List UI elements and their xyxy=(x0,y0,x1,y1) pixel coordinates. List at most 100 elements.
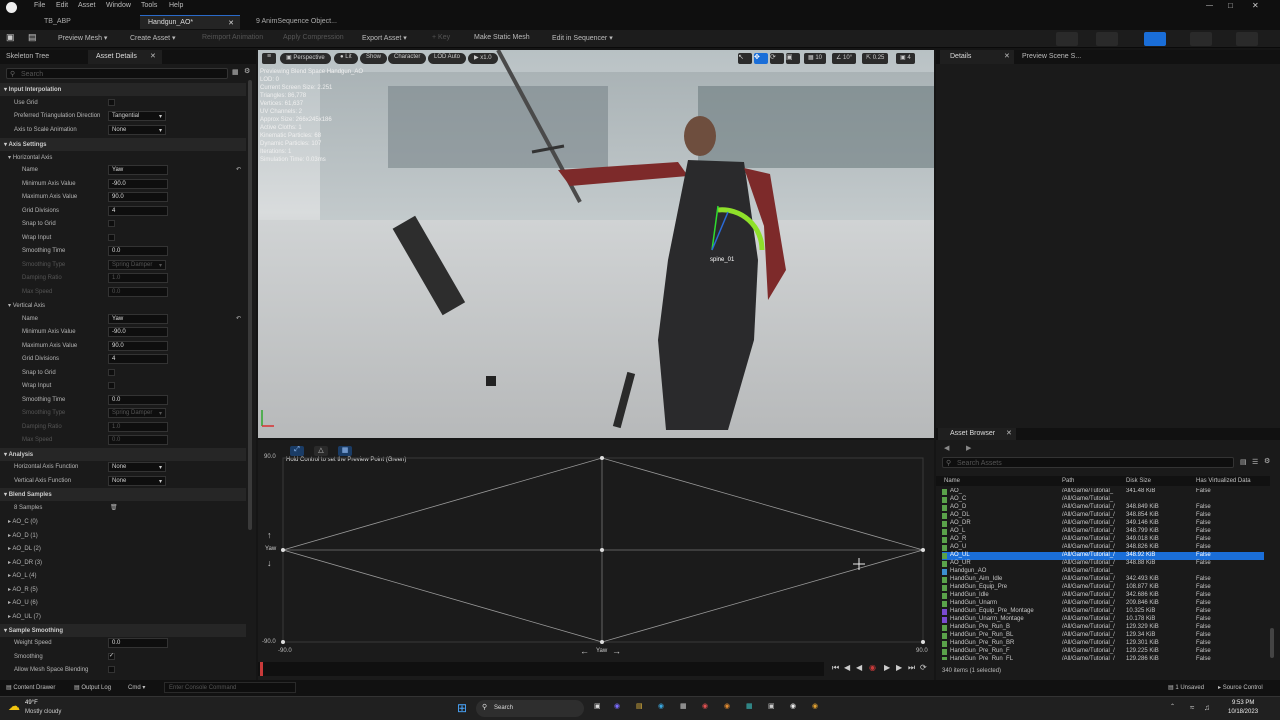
weight-speed-input[interactable]: 0.0 xyxy=(108,638,168,648)
h-grid-input[interactable]: 4 xyxy=(108,206,168,216)
filter-icon[interactable]: ☰ xyxy=(1252,458,1258,466)
h-max-input[interactable]: 90.0 xyxy=(108,192,168,202)
asset-row[interactable]: AO_U/All/Game/Tutorial_/ 348.826 KiB False xyxy=(942,544,1264,552)
app-icon[interactable]: ▦ xyxy=(746,702,753,710)
volume-icon[interactable]: ♫ xyxy=(1204,703,1210,712)
animation-mode-icon[interactable] xyxy=(1144,32,1166,46)
column-path[interactable]: Path xyxy=(1062,478,1074,484)
menu-file[interactable]: File xyxy=(34,2,45,9)
tab-close-icon[interactable]: ✕ xyxy=(228,19,234,27)
loop-icon[interactable]: ⟳ xyxy=(920,663,927,672)
asset-row[interactable]: HandGun_Equip_Pre_Montage/All/Game/Tutor… xyxy=(942,608,1264,616)
unreal-logo-icon[interactable] xyxy=(6,2,17,13)
content-drawer-button[interactable]: ▤ Content Drawer xyxy=(6,684,55,691)
tab-close-icon[interactable]: ✕ xyxy=(1006,429,1012,437)
asset-row[interactable]: HandGun_Idle/All/Game/Tutorial_/ 342.686 … xyxy=(942,592,1264,600)
column-virtualized[interactable]: Has Virtualized Data xyxy=(1196,478,1251,484)
asset-row[interactable]: HandGun_Pre_Run_BR/All/Game/Tutorial_/ 12… xyxy=(942,640,1264,648)
maximize-icon[interactable]: □ xyxy=(1228,1,1233,10)
blend-space-editor[interactable]: ⤢ △ ▦ Hold Control to set the Preview Po… xyxy=(258,440,934,680)
trash-icon[interactable]: 🗑 xyxy=(110,504,118,511)
grid-snap-button[interactable]: ▦ 10 xyxy=(804,53,827,64)
tray-chevron-icon[interactable]: ⌃ xyxy=(1170,703,1175,710)
skip-end-icon[interactable]: ⏭ xyxy=(908,663,915,673)
h-name-input[interactable]: Yaw xyxy=(108,165,168,175)
v-snap-checkbox[interactable] xyxy=(108,369,115,376)
cmd-button[interactable]: Cmd ▾ xyxy=(128,684,145,691)
asset-search-input[interactable]: ⚲ Search Assets xyxy=(942,457,1234,468)
chat-icon[interactable]: ◉ xyxy=(614,702,620,710)
menu-window[interactable]: Window xyxy=(106,2,131,9)
app-icon[interactable]: ◉ xyxy=(724,702,730,710)
asset-row[interactable]: Handgun_AO/All/Game/Tutorial_ xyxy=(942,568,1264,576)
tab-tb-abp[interactable]: TB_ABP xyxy=(36,15,79,29)
camera-speed-button[interactable]: ▣ 4 xyxy=(896,53,915,64)
v-axis-function-dropdown[interactable]: None ▾ xyxy=(108,476,166,486)
asset-row[interactable]: AO_ /All/Game/Tutorial_ 341.48 KiB False xyxy=(942,488,1264,496)
horizontal-axis-row[interactable]: ▾ Horizontal Axis xyxy=(0,151,246,164)
preview-mesh-button[interactable]: Preview Mesh ▾ xyxy=(58,34,107,42)
details-scrollbar[interactable] xyxy=(248,80,252,530)
h-damping-input[interactable]: 1.0 xyxy=(108,273,168,283)
folder-icon[interactable]: ▤ xyxy=(1240,458,1247,466)
tab-asset-details[interactable]: Asset Details ✕ xyxy=(88,50,162,64)
tab-close-icon[interactable]: ✕ xyxy=(1004,52,1010,60)
scale-tool-icon[interactable]: ▣ xyxy=(786,53,800,64)
tab-skeleton-tree[interactable]: Skeleton Tree xyxy=(6,53,49,60)
axis-to-scale-dropdown[interactable]: None ▾ xyxy=(108,125,166,135)
tab-asset-browser[interactable]: Asset Browser ✕ xyxy=(938,428,1016,440)
h-snap-checkbox[interactable] xyxy=(108,220,115,227)
lod-button[interactable]: LOD Auto xyxy=(428,53,467,64)
physics-mode-icon[interactable] xyxy=(1236,32,1258,46)
v-max-input[interactable]: 90.0 xyxy=(108,341,168,351)
sample-item[interactable]: ▸ AO_R (5) xyxy=(0,583,246,596)
v-wrap-checkbox[interactable] xyxy=(108,382,115,389)
lit-button[interactable]: ● Lit xyxy=(334,53,358,64)
asset-row[interactable]: HandGun_Unarm/All/Game/Tutorial_/ 209.846… xyxy=(942,600,1264,608)
v-maxspeed-input[interactable]: 0.0 xyxy=(108,435,168,445)
task-view-icon[interactable]: ▣ xyxy=(594,702,601,710)
tab-anim-sequence[interactable]: 9 AnimSequence Object... xyxy=(248,15,345,29)
tab-close-icon[interactable]: ✕ xyxy=(150,52,156,60)
record-icon[interactable]: ◉ xyxy=(869,663,876,672)
v-min-input[interactable]: -90.0 xyxy=(108,327,168,337)
save-icon[interactable]: ▣ xyxy=(6,32,24,46)
h-smoothing-time-input[interactable]: 0.0 xyxy=(108,246,168,256)
clock-date[interactable]: 10/18/2023 xyxy=(1228,709,1258,715)
asset-row[interactable]: HandGun_Unarm_Montage/All/Game/Tutorial_… xyxy=(942,616,1264,624)
key-button[interactable]: + Key xyxy=(432,34,450,41)
taskbar-search[interactable]: ⚲ Search xyxy=(476,700,584,717)
h-maxspeed-input[interactable]: 0.0 xyxy=(108,287,168,297)
reset-icon[interactable]: ↶ xyxy=(236,315,241,322)
v-smoothing-type-dropdown[interactable]: Spring Damper ▾ xyxy=(108,408,166,418)
step-forward-icon[interactable]: ▶ xyxy=(896,663,902,672)
section-input-interpolation[interactable]: ▾ Input Interpolation xyxy=(0,83,246,96)
export-asset-button[interactable]: Export Asset ▾ xyxy=(362,34,407,42)
scale-snap-button[interactable]: ⇱ 0.25 xyxy=(862,53,889,64)
sample-item[interactable]: ▸ AO_DL (2) xyxy=(0,542,246,555)
sample-item[interactable]: ▸ AO_L (4) xyxy=(0,569,246,582)
asset-row[interactable]: AO_R/All/Game/Tutorial_/ 349.018 KiB False xyxy=(942,536,1264,544)
skeleton-mode-icon[interactable] xyxy=(1056,32,1078,46)
asset-row[interactable]: AO_UR/All/Game/Tutorial_/ 348.88 KiB False xyxy=(942,560,1264,568)
column-disk-size[interactable]: Disk Size xyxy=(1126,478,1151,484)
sample-item[interactable]: ▸ AO_U (6) xyxy=(0,596,246,609)
hamburger-menu-icon[interactable]: ≡ xyxy=(262,53,276,64)
menu-tools[interactable]: Tools xyxy=(141,2,157,9)
asset-row[interactable]: AO_UL/All/Game/Tutorial_/ 348.92 KiB False xyxy=(942,552,1264,560)
section-analysis[interactable]: ▾ Analysis xyxy=(0,448,246,461)
asset-row[interactable]: HandGun_Aim_Idle/All/Game/Tutorial_/ 342.… xyxy=(942,576,1264,584)
translate-tool-icon[interactable]: ✥ xyxy=(754,53,768,64)
asset-row[interactable]: AO_DR/All/Game/Tutorial_/ 349.146 KiB Fals… xyxy=(942,520,1264,528)
sample-item[interactable]: ▸ AO_C (0) xyxy=(0,515,246,528)
section-axis-settings[interactable]: ▾ Axis Settings xyxy=(0,138,246,151)
asset-row[interactable]: HandGun_Pre_Run_FL/All/Game/Tutorial_/ 12… xyxy=(942,656,1264,660)
step-back-icon[interactable]: ◀ xyxy=(844,663,850,672)
h-min-input[interactable]: -90.0 xyxy=(108,179,168,189)
asset-row[interactable]: AO_D/All/Game/Tutorial_/ 348.849 KiB False xyxy=(942,504,1264,512)
perspective-button[interactable]: ▣ Perspective xyxy=(280,53,331,64)
tab-details[interactable]: Details ✕ xyxy=(940,50,1014,64)
epic-games-icon[interactable]: ▣ xyxy=(768,702,775,710)
section-sample-smoothing[interactable]: ▾ Sample Smoothing xyxy=(0,624,246,637)
browse-icon[interactable]: ▤ xyxy=(28,32,46,46)
